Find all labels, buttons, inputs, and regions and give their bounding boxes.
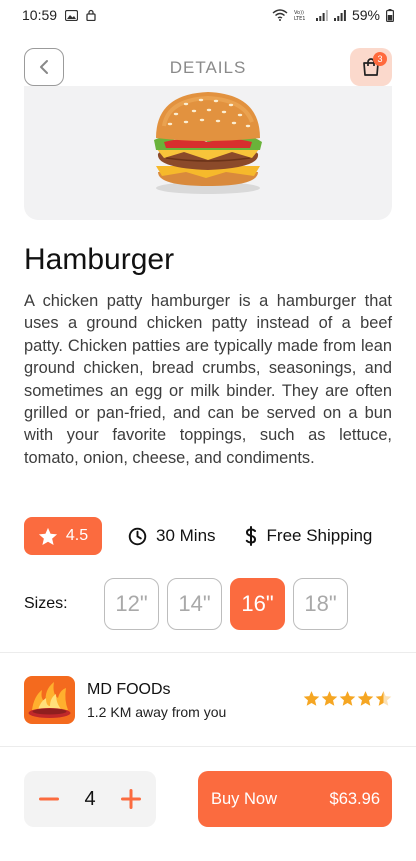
cart-button[interactable]: 3 — [350, 48, 392, 86]
status-time: 10:59 — [22, 7, 58, 23]
increase-quantity-button[interactable] — [120, 788, 142, 810]
wifi-icon — [272, 9, 288, 21]
size-option-14[interactable]: 14" — [167, 578, 222, 630]
divider — [0, 652, 416, 653]
lock-icon — [86, 9, 96, 21]
shipping-info: Free Shipping — [244, 526, 373, 546]
delivery-time: 30 Mins — [128, 526, 216, 546]
size-option-18[interactable]: 18" — [293, 578, 348, 630]
divider — [0, 746, 416, 747]
gallery-icon — [65, 9, 79, 21]
rating-badge: 4.5 — [24, 517, 102, 555]
shipping-text: Free Shipping — [266, 526, 373, 545]
signal-icon-1 — [315, 9, 328, 21]
signal-icon-2 — [333, 9, 346, 21]
product-title: Hamburger — [24, 243, 175, 276]
svg-text:LTE1: LTE1 — [294, 16, 306, 21]
quantity-stepper: 4 — [24, 771, 156, 827]
sizes-label: Sizes: — [24, 595, 68, 612]
cart-count-badge: 3 — [373, 52, 387, 66]
page-title: DETAILS — [169, 58, 247, 77]
size-selector: Sizes: 12" 14" 16" 18" — [24, 578, 392, 630]
minus-icon — [39, 797, 59, 801]
restaurant-card[interactable]: MD FOODs 1.2 KM away from you — [24, 676, 392, 724]
clock-icon — [128, 527, 147, 545]
star-icon — [357, 691, 374, 706]
dollar-icon — [245, 526, 256, 546]
star-icon — [339, 691, 356, 706]
product-image-card — [24, 86, 392, 220]
info-row: 4.5 30 Mins Free Shipping — [24, 517, 392, 555]
product-description: A chicken patty hamburger is a hamburger… — [24, 292, 392, 467]
restaurant-name: MD FOODs — [87, 681, 171, 698]
restaurant-rating-stars — [303, 690, 392, 707]
half-star-icon — [375, 691, 392, 706]
rating-value: 4.5 — [65, 527, 89, 544]
star-icon — [321, 691, 338, 706]
decrease-quantity-button[interactable] — [38, 788, 60, 810]
restaurant-distance: 1.2 KM away from you — [87, 704, 227, 720]
restaurant-logo — [24, 676, 75, 724]
plus-icon — [121, 789, 141, 809]
total-price: $63.96 — [329, 789, 380, 808]
star-icon — [303, 691, 320, 706]
hamburger-image — [154, 92, 262, 194]
delivery-time-text: 30 Mins — [156, 526, 216, 545]
buy-now-button[interactable]: Buy Now $63.96 — [198, 771, 392, 827]
size-option-16[interactable]: 16" — [230, 578, 285, 630]
buy-now-label: Buy Now — [211, 789, 278, 808]
volte-icon: Vo)) LTE1 — [294, 9, 310, 21]
quantity-value: 4 — [84, 787, 96, 810]
star-icon — [38, 527, 57, 545]
status-bar: 10:59 Vo)) LTE1 59% — [0, 0, 416, 30]
battery-level: 59% — [351, 7, 380, 23]
battery-icon — [386, 8, 394, 22]
header: DETAILS 3 — [24, 48, 392, 86]
size-option-12[interactable]: 12" — [104, 578, 159, 630]
